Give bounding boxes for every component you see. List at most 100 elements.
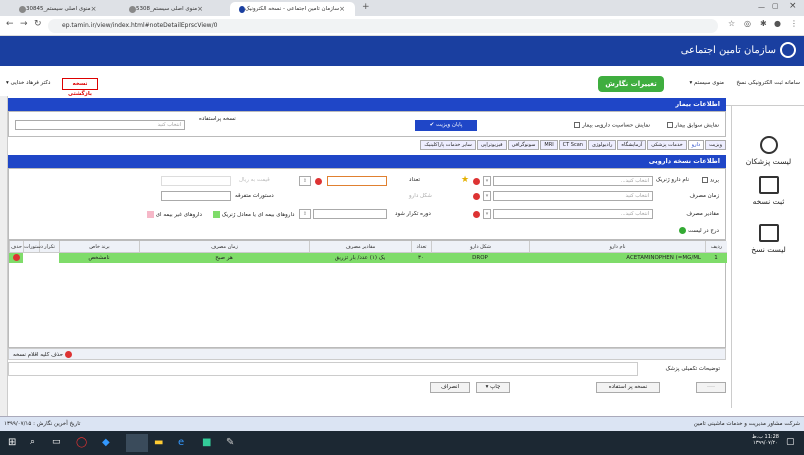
notification-icon[interactable]: ▢ — [786, 437, 795, 447]
delete-all-icon — [64, 351, 72, 358]
frequent-prescription-button[interactable]: نسخه پر استفاده — [596, 382, 660, 393]
patient-history-link[interactable]: نمایش سوابق بیمار — [665, 122, 719, 129]
doctor-notes-input[interactable] — [8, 362, 638, 376]
repeat-input[interactable] — [313, 209, 387, 219]
maximize-icon[interactable]: ▢ — [772, 2, 779, 10]
history-icon — [667, 122, 674, 128]
browser-tab-3[interactable]: × منوی اصلی سیستم_30845 — [10, 2, 120, 16]
forward-icon[interactable]: → — [20, 19, 28, 29]
puzzle-icon[interactable]: ✱ — [760, 19, 767, 28]
tab-radiology[interactable]: رادیولوژی — [587, 140, 617, 150]
tab-medical-services[interactable]: خدمات پزشکی — [647, 140, 687, 150]
tab-sonography[interactable]: سونوگرافی — [507, 140, 540, 150]
tab-favicon-icon — [239, 5, 245, 13]
star-favorite-icon[interactable]: ★ — [461, 175, 469, 185]
folder-icon[interactable]: ▬ — [154, 437, 163, 448]
task-view-icon[interactable]: ▭ — [52, 437, 61, 447]
prescription-icon — [758, 176, 779, 194]
doctors-icon — [759, 136, 778, 154]
chrome-taskbar-icon[interactable] — [126, 434, 148, 452]
tab-physiotherapy[interactable]: فیزیوتراپی — [476, 140, 507, 150]
extension-icon[interactable]: ◎ — [744, 19, 751, 28]
windows-start-icon[interactable]: ⊞ — [8, 437, 16, 448]
edge-icon[interactable]: e — [178, 437, 184, 448]
usage-time-label: زمان مصرف — [689, 193, 719, 199]
table-row[interactable]: 1 ACETAMINOPHEN (=MG/ML DROP ۳۰ یک (۱) ع… — [9, 253, 727, 263]
count-stepper[interactable]: ⇕ — [299, 176, 311, 186]
more-icon[interactable]: ⋮ — [790, 19, 798, 28]
usage-time-select[interactable]: انتخاب کنید — [493, 191, 653, 201]
back-icon[interactable]: ← — [6, 19, 14, 29]
allergy-icon — [574, 122, 581, 128]
minimize-icon[interactable]: — — [758, 3, 765, 11]
count-input[interactable] — [327, 176, 387, 186]
delete-row-icon[interactable] — [13, 254, 20, 261]
clock[interactable]: 11:28 ب.ظ ۱۳۹۹/۰۷/۲۰ — [752, 434, 779, 446]
tab-other-paraclinic[interactable]: سایر خدمات پاراکلینیک — [420, 140, 476, 150]
left-scrollbar[interactable] — [0, 96, 8, 416]
prescription-title-bar: اطلاعات نسخه دارویی — [8, 155, 726, 168]
repeat-label: دوره تکرار شود — [395, 211, 431, 217]
instructions-input[interactable] — [161, 191, 231, 201]
drug-name-input[interactable]: انتخاب کنید... — [493, 176, 653, 186]
sidebar-item-doctors[interactable]: لیست پزشکان — [732, 136, 804, 166]
patient-panel: نمایش سوابق بیمار نمایش حساسیت دارویی بی… — [8, 111, 726, 137]
brand-checkbox[interactable]: برند — [700, 177, 719, 184]
star-icon[interactable]: ☆ — [728, 19, 735, 28]
amount-dropdown-icon[interactable]: ▾ — [483, 209, 491, 219]
taskbar: ⊞ ⌕ ▭ ◯ ◆ ▬ e ■ ✎ 11:28 ب.ظ ۱۳۹۹/۰۷/۲۰ ▢ — [0, 431, 804, 455]
tab-lab[interactable]: آزمایشگاه — [617, 140, 647, 150]
search-icon[interactable]: ⌕ — [30, 437, 35, 447]
usage-time-dropdown-icon[interactable]: ▾ — [483, 191, 491, 201]
blank-button[interactable]: ---- — [696, 382, 726, 393]
table-footer: حذف کلیه اقلام نسخه — [8, 348, 726, 360]
amount-select[interactable]: انتخاب کنید... — [493, 209, 653, 219]
status-footer: شرکت مشاور مدیریت و خدمات ماشینی تامین ت… — [0, 416, 804, 431]
sidebar: لیست پزشکان ثبت نسخه لیست نسخ — [731, 106, 804, 408]
add-to-list-button[interactable]: درج در لیست — [677, 227, 719, 234]
close-window-icon[interactable]: × — [789, 1, 797, 11]
browser-tab-strip: × منوی اصلی سیستم_30845 × منوی اصلی سیست… — [0, 0, 804, 16]
tab-visit[interactable]: ویزیت — [705, 140, 726, 150]
breadcrumb: سامانه ثبت الکترونیکی نسخ — [736, 80, 800, 86]
cancel-button[interactable]: انصراف — [430, 382, 470, 393]
opera-icon[interactable]: ◯ — [76, 437, 87, 448]
close-tab-icon[interactable]: × — [197, 5, 203, 13]
repeat-stepper[interactable]: ⇕ — [299, 209, 311, 219]
instructions-cell[interactable] — [23, 253, 39, 263]
app-icon[interactable]: ◆ — [102, 437, 110, 448]
price-label: قیمت به ریال — [239, 177, 270, 183]
amount-required-icon — [473, 211, 480, 218]
sidebar-item-new-prescription[interactable]: ثبت نسخه — [732, 176, 804, 206]
app-header: سازمان تامین اجتماعی — [0, 36, 804, 66]
service-tabs: ویزیت دارو خدمات پزشکی آزمایشگاه رادیولو… — [420, 140, 726, 150]
tab-mri[interactable]: MRI — [540, 140, 558, 150]
end-visit-button[interactable]: پایان ویزیت ✔ — [415, 120, 477, 131]
logo: سازمان تامین اجتماعی — [681, 42, 796, 58]
new-tab-icon[interactable]: + — [362, 2, 370, 12]
reload-icon[interactable]: ↻ — [34, 19, 42, 29]
close-tab-icon[interactable]: × — [91, 5, 97, 13]
close-tab-icon[interactable]: × — [339, 5, 345, 13]
tab-drug[interactable]: دارو — [687, 140, 705, 150]
table-header: ردیف نام دارو شکل دارو تعداد مقادیر مصرف… — [9, 241, 727, 253]
frequent-prescription-select[interactable]: انتخاب کنید — [15, 120, 185, 130]
profile-icon[interactable]: ● — [774, 19, 781, 28]
browser-tab-1[interactable]: × سازمان تامین اجتماعی - نسخه الکترونیک — [230, 2, 355, 16]
paint-icon[interactable]: ✎ — [226, 437, 234, 448]
usage-required-icon — [473, 193, 480, 200]
store-icon[interactable]: ■ — [202, 437, 211, 448]
delete-all-button[interactable]: حذف کلیه اقلام نسخه — [13, 351, 72, 358]
repeat-cell[interactable] — [39, 253, 59, 263]
return-prescription-button[interactable]: نسخه بازگشتی — [62, 78, 98, 97]
browser-tab-2[interactable]: × منوی اصلی سیستم_5308 — [120, 2, 230, 16]
doctor-name[interactable]: دکتر فرهاد خدایی ▾ — [6, 80, 50, 86]
sidebar-item-prescriptions[interactable]: لیست نسخ — [732, 224, 804, 254]
url-input[interactable]: ep.tamin.ir/view/index.html#noteDetailEp… — [48, 19, 718, 33]
drug-dropdown-icon[interactable]: ▾ — [483, 176, 491, 186]
print-button[interactable]: چاپ ▾ — [476, 382, 510, 393]
tab-ctscan[interactable]: CT Scan — [558, 140, 587, 150]
allergy-link[interactable]: نمایش حساسیت دارویی بیمار — [572, 122, 650, 129]
system-menu[interactable]: منوی سیستم ▾ — [689, 80, 724, 86]
doctor-notes-label: توضیحات تکمیلی پزشک — [665, 366, 720, 372]
